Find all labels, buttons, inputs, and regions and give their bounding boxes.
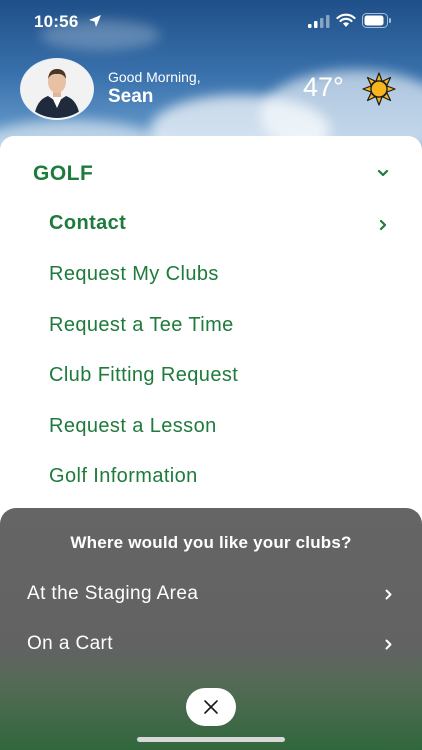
- close-icon: [204, 700, 218, 714]
- menu-item-request-lesson[interactable]: Request a Lesson: [0, 403, 422, 451]
- wifi-icon: [336, 13, 356, 27]
- menu-item-club-fitting-request[interactable]: Club Fitting Request: [0, 352, 422, 400]
- temperature: 47°: [303, 72, 344, 102]
- app-screen: 10:56 Good Morning, Sean 47° GOLF Contac…: [0, 0, 422, 750]
- chevron-right-icon: [379, 219, 387, 231]
- home-indicator[interactable]: [137, 737, 285, 742]
- avatar[interactable]: [22, 60, 92, 118]
- battery-icon: [362, 13, 391, 28]
- section-golf-header[interactable]: GOLF: [0, 150, 422, 198]
- menu-item-label: Club Fitting Request: [49, 364, 239, 386]
- chevron-right-icon: [385, 639, 392, 650]
- club-location-sheet: Where would you like your clubs? At the …: [0, 508, 422, 750]
- close-button[interactable]: [186, 688, 236, 726]
- user-name: Sean: [108, 86, 154, 107]
- menu-item-contact[interactable]: Contact: [0, 200, 422, 248]
- chevron-right-icon: [385, 589, 392, 600]
- sun-icon: [362, 72, 396, 106]
- sheet-title: Where would you like your clubs?: [70, 533, 352, 552]
- menu-item-label: Golf Information: [49, 465, 198, 487]
- menu-item-request-my-clubs[interactable]: Request My Clubs: [0, 251, 422, 299]
- section-title: GOLF: [33, 162, 94, 185]
- status-time: 10:56: [34, 12, 79, 31]
- location-arrow-icon: [89, 15, 101, 27]
- menu-item-label: Contact: [49, 212, 127, 234]
- option-label: On a Cart: [27, 633, 113, 654]
- menu-item-label: Request a Tee Time: [49, 314, 234, 336]
- option-on-a-cart[interactable]: On a Cart: [0, 622, 422, 668]
- option-label: At the Staging Area: [27, 583, 199, 604]
- menu-item-label: Request a Lesson: [49, 415, 217, 437]
- menu-item-request-tee-time[interactable]: Request a Tee Time: [0, 302, 422, 350]
- chevron-down-icon: [377, 169, 389, 177]
- option-staging-area[interactable]: At the Staging Area: [0, 572, 422, 618]
- greeting-text: Good Morning,: [108, 69, 201, 85]
- menu-item-label: Request My Clubs: [49, 263, 219, 285]
- status-bar: 10:56: [0, 0, 422, 44]
- cellular-signal-icon: [308, 15, 330, 28]
- profile-photo: [22, 60, 92, 118]
- menu-item-golf-information[interactable]: Golf Information: [0, 453, 422, 501]
